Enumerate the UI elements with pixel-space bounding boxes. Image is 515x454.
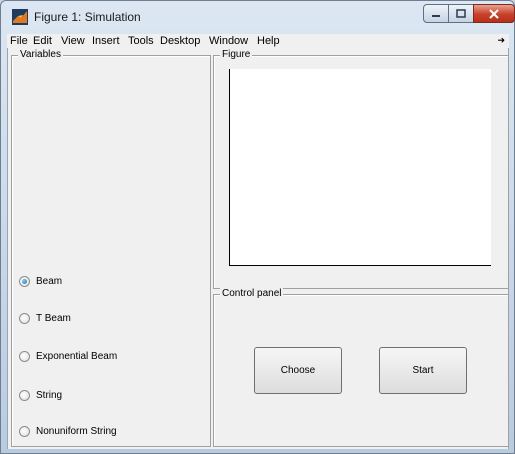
radio-exponential-beam[interactable]: Exponential Beam (19, 349, 117, 363)
radio-label: Exponential Beam (36, 350, 118, 362)
menu-window[interactable]: Window (209, 34, 248, 48)
window-controls (423, 4, 515, 24)
minimize-icon (432, 14, 440, 17)
toolbar-toggle-icon[interactable]: ➜ (497, 35, 505, 46)
radio-button[interactable] (19, 312, 30, 324)
choose-button[interactable]: Choose (254, 347, 342, 394)
menu-help[interactable]: Help (257, 34, 280, 48)
radio-nonuniform-string[interactable]: Nonuniform String (19, 424, 117, 438)
close-icon (489, 8, 499, 19)
window-title: Figure 1: Simulation (34, 10, 141, 24)
radio-label: T Beam (36, 312, 71, 324)
menu-edit[interactable]: Edit (33, 34, 52, 48)
minimize-button[interactable] (423, 4, 449, 23)
radio-button[interactable] (19, 389, 30, 401)
menu-desktop[interactable]: Desktop (160, 34, 200, 48)
menu-insert[interactable]: Insert (92, 34, 120, 48)
maximize-button[interactable] (448, 4, 474, 23)
radio-t-beam[interactable]: T Beam (19, 311, 71, 325)
radio-label: Beam (36, 275, 63, 287)
menu-tools[interactable]: Tools (128, 34, 154, 48)
variables-panel-title: Variables (18, 49, 63, 61)
title-bar[interactable]: Figure 1: Simulation (1, 1, 515, 34)
radio-beam[interactable]: Beam (19, 274, 62, 288)
start-button[interactable]: Start (379, 347, 467, 394)
control-panel-title: Control panel (220, 288, 284, 300)
plot-axes[interactable] (229, 69, 491, 266)
matlab-icon (12, 9, 28, 25)
menu-bar: File Edit View Insert Tools Desktop Wind… (7, 34, 509, 48)
radio-button[interactable] (19, 350, 30, 362)
menu-view[interactable]: View (61, 34, 85, 48)
radio-label: String (36, 389, 63, 401)
maximize-icon (456, 9, 466, 18)
radio-string[interactable]: String (19, 388, 62, 402)
figure-panel-title: Figure (220, 49, 253, 61)
menu-file[interactable]: File (10, 34, 28, 48)
radio-label: Nonuniform String (36, 425, 117, 437)
radio-button-selected[interactable] (19, 275, 30, 287)
radio-button[interactable] (19, 425, 30, 437)
close-button[interactable] (473, 4, 515, 23)
figure-window: Figure 1: Simulation File Edit View Inse… (0, 0, 515, 454)
